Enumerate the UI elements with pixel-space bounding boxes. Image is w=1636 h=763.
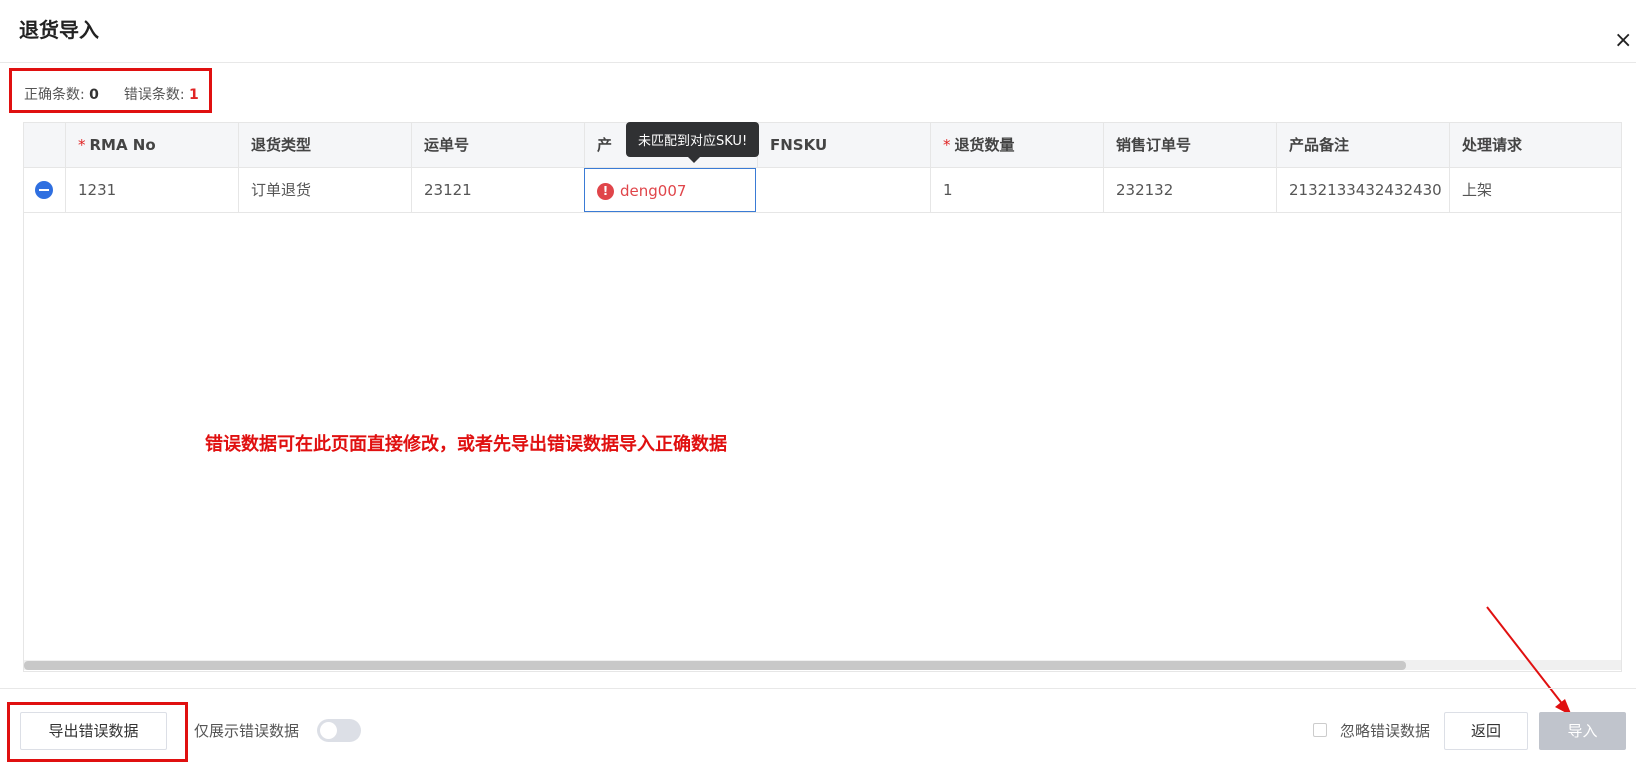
remove-row-icon[interactable] — [35, 181, 53, 199]
cell-sku-value: deng007 — [620, 182, 687, 200]
col-header-waybill: 运单号 — [412, 123, 585, 167]
cell-product-remark[interactable]: 2132133432432430 — [1277, 168, 1450, 212]
cell-waybill[interactable]: 23121 — [412, 168, 585, 212]
col-header-return-type: 退货类型 — [239, 123, 412, 167]
col-header-fnsku: FNSKU — [758, 123, 931, 167]
col-header-action — [24, 123, 66, 167]
error-icon: ! — [597, 183, 614, 200]
cell-product-sku-error[interactable]: ! deng007 — [584, 168, 756, 212]
col-header-rma: * RMA No — [66, 123, 239, 167]
counts-highlight-box — [9, 68, 212, 113]
import-table: * RMA No 退货类型 运单号 产 FNSKU * 退货数量 销售订单号 产品备… — [23, 122, 1622, 672]
error-tooltip: 未匹配到对应SKU! — [626, 122, 760, 163]
col-label-rma: RMA No — [89, 136, 156, 154]
back-button[interactable]: 返回 — [1444, 712, 1528, 750]
footer-divider — [0, 688, 1636, 689]
cell-rma[interactable]: 1231 — [66, 168, 239, 212]
col-label-qty: 退货数量 — [954, 136, 1015, 154]
ignore-errors-label: 忽略错误数据 — [1340, 722, 1431, 740]
import-button[interactable]: 导入 — [1539, 712, 1626, 750]
horizontal-scrollbar[interactable] — [24, 660, 1621, 670]
required-mark: * — [943, 136, 951, 154]
col-header-sales-order: 销售订单号 — [1104, 123, 1277, 167]
close-icon[interactable]: × — [1614, 30, 1632, 52]
cell-qty[interactable]: 1 — [931, 168, 1104, 212]
cell-sales-order[interactable]: 232132 — [1104, 168, 1277, 212]
table-row: 1231 订单退货 23121 ! deng007 1 232132 213213… — [24, 168, 1621, 213]
show-errors-only-toggle[interactable] — [317, 719, 361, 742]
ignore-errors-checkbox[interactable] — [1313, 723, 1327, 737]
annotation-note: 错误数据可在此页面直接修改，或者先导出错误数据导入正确数据 — [205, 434, 727, 455]
cell-fnsku[interactable] — [758, 168, 931, 212]
col-header-qty: * 退货数量 — [931, 123, 1104, 167]
header-divider — [0, 62, 1636, 63]
row-remove-cell[interactable] — [24, 168, 66, 212]
col-header-product-remark: 产品备注 — [1277, 123, 1450, 167]
dialog-title: 退货导入 — [19, 18, 99, 42]
export-highlight-box — [7, 702, 188, 762]
scrollbar-thumb[interactable] — [24, 661, 1406, 670]
table-header: * RMA No 退货类型 运单号 产 FNSKU * 退货数量 销售订单号 产品备… — [24, 123, 1621, 168]
col-header-request: 处理请求 — [1462, 136, 1523, 154]
cell-request[interactable]: 上架 — [1450, 168, 1621, 212]
required-mark: * — [78, 136, 86, 154]
show-errors-only-label: 仅展示错误数据 — [194, 722, 300, 740]
cell-return-type[interactable]: 订单退货 — [239, 168, 412, 212]
